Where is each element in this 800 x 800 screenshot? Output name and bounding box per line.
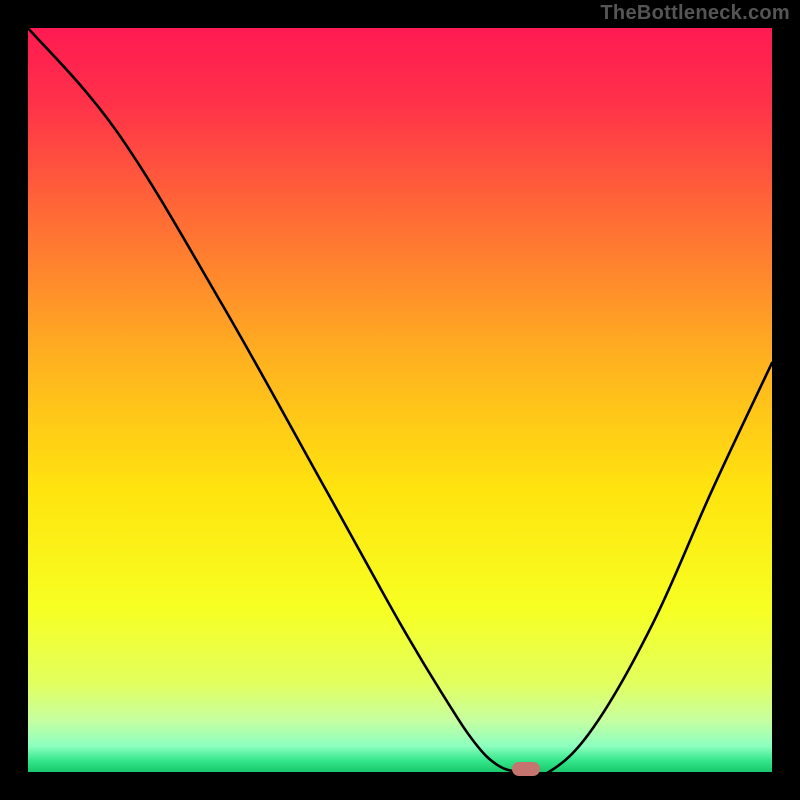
watermark-text: TheBottleneck.com bbox=[600, 2, 790, 25]
optimal-marker bbox=[512, 762, 540, 776]
chart-frame: TheBottleneck.com bbox=[0, 0, 800, 800]
gradient-background bbox=[28, 28, 772, 772]
plot-svg bbox=[28, 28, 772, 772]
plot-area bbox=[28, 28, 772, 772]
